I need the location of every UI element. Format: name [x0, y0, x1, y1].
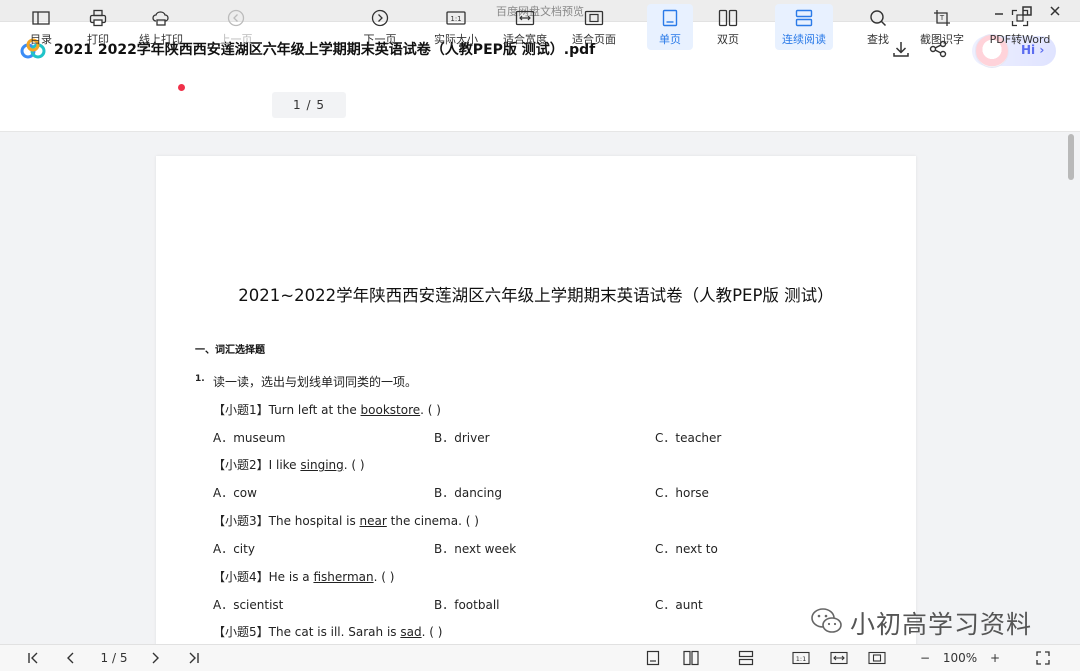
printer-icon — [87, 7, 109, 29]
double-page-button[interactable]: 双页 — [708, 4, 748, 50]
search-button[interactable]: 查找 — [858, 4, 898, 50]
option-a: A．city — [213, 542, 255, 556]
online-print-label: 线上打印 — [139, 33, 183, 46]
prev-page-button[interactable]: 上一页 — [216, 4, 256, 50]
option-c: C．next to — [655, 542, 718, 556]
svg-text:1:1: 1:1 — [796, 655, 806, 663]
double-page-label: 双页 — [717, 33, 739, 46]
svg-text:T: T — [939, 14, 945, 22]
continuous-read-icon[interactable] — [736, 649, 756, 667]
continuous-read-button[interactable]: 连续阅读 — [775, 4, 833, 50]
next-page-icon — [369, 7, 391, 29]
toc-icon — [30, 7, 52, 29]
option-c: C．aunt — [655, 598, 703, 612]
continuous-read-label: 连续阅读 — [782, 33, 826, 46]
double-page-icon — [717, 7, 739, 29]
option-a: A．scientist — [213, 598, 284, 612]
page-number-input[interactable]: 1 / 5 — [272, 92, 346, 118]
option-c: C．teacher — [655, 431, 722, 445]
toolbar — [0, 78, 1080, 132]
search-label: 查找 — [867, 33, 889, 46]
first-page-icon[interactable] — [24, 649, 42, 667]
sub-question: 【小题2】I like singing. ( ) — [213, 458, 365, 472]
fit-page-label: 适合页面 — [572, 33, 616, 46]
status-page-indicator: 1 / 5 — [100, 651, 128, 665]
last-page-icon[interactable] — [185, 649, 203, 667]
option-c: C．horse — [655, 486, 709, 500]
screenshot-ocr-label: 截图识字 — [920, 33, 964, 46]
scrollbar-thumb[interactable] — [1068, 134, 1074, 180]
sub-question: 【小题4】He is a fisherman. ( ) — [213, 570, 395, 584]
watermark-text: 小初高学习资料 — [850, 610, 1033, 639]
sub-question: 【小题1】Turn left at the bookstore. ( ) — [213, 403, 441, 417]
option-a: A．cow — [213, 486, 257, 500]
single-page-icon[interactable] — [644, 649, 662, 667]
sub-question: 【小题3】The hospital is near the cinema. ( … — [213, 514, 479, 528]
fit-page-icon[interactable] — [866, 649, 888, 667]
fit-width-icon — [514, 7, 536, 29]
svg-text:1:1: 1:1 — [450, 15, 461, 23]
online-print-button[interactable]: 线上打印 — [134, 4, 188, 50]
prev-page-label: 上一页 — [219, 33, 253, 46]
fit-width-button[interactable]: 适合宽度 — [499, 4, 551, 50]
option-b: B．football — [434, 598, 500, 612]
actual-size-button[interactable]: 1:1 实际大小 — [430, 4, 482, 50]
single-page-label: 单页 — [659, 33, 681, 46]
single-page-icon — [659, 7, 681, 29]
sub-question: 【小题5】The cat is ill. Sarah is sad. ( ) — [213, 625, 443, 639]
pdf-to-word-label: PDF转Word — [989, 33, 1051, 46]
print-label: 打印 — [87, 33, 109, 46]
next-icon[interactable] — [146, 649, 164, 667]
next-page-button[interactable]: 下一页 — [360, 4, 400, 50]
prev-page-icon — [225, 7, 247, 29]
fit-width-label: 适合宽度 — [503, 33, 547, 46]
question-text: 读一读，选出与划线单词同类的一项。 — [213, 375, 418, 389]
option-b: B．driver — [434, 431, 490, 445]
pdf-page: 2021~2022学年陕西西安莲湖区六年级上学期期末英语试卷（人教PEP版 测试… — [156, 156, 916, 671]
toc-button[interactable]: 目录 — [22, 4, 60, 50]
option-b: B．next week — [434, 542, 517, 556]
screenshot-ocr-icon: T — [931, 7, 953, 29]
zoom-level: 100% — [942, 651, 978, 665]
actual-size-icon: 1:1 — [445, 7, 467, 29]
continuous-read-icon — [793, 7, 815, 29]
section-heading: 一、词汇选择题 — [195, 345, 265, 356]
option-b: B．dancing — [434, 486, 502, 500]
question-number: 1. — [195, 374, 205, 384]
cloud-print-icon — [150, 7, 172, 29]
zoom-in-button[interactable]: + — [986, 649, 1004, 667]
pdf-to-word-button[interactable]: PDF转Word — [986, 4, 1054, 50]
actual-size-label: 实际大小 — [434, 33, 478, 46]
screenshot-ocr-button[interactable]: T 截图识字 — [916, 4, 968, 50]
status-bar: 1 / 5 1:1 − 100% + — [0, 644, 1080, 671]
actual-size-icon[interactable]: 1:1 — [790, 649, 812, 667]
fit-page-button[interactable]: 适合页面 — [568, 4, 620, 50]
print-button[interactable]: 打印 — [80, 4, 116, 50]
document-title: 2021~2022学年陕西西安莲湖区六年级上学期期末英语试卷（人教PEP版 测试… — [238, 286, 834, 305]
pdf-to-word-icon — [1009, 7, 1031, 29]
double-page-icon[interactable] — [681, 649, 701, 667]
fit-width-icon[interactable] — [828, 649, 850, 667]
zoom-out-button[interactable]: − — [916, 649, 934, 667]
option-a: A．museum — [213, 431, 286, 445]
search-icon — [867, 7, 889, 29]
fit-page-icon — [583, 7, 605, 29]
single-page-button[interactable]: 单页 — [647, 4, 693, 50]
next-page-label: 下一页 — [363, 33, 397, 46]
fullscreen-icon[interactable] — [1034, 649, 1052, 667]
wechat-icon — [810, 606, 844, 640]
notification-dot — [178, 84, 185, 91]
toc-label: 目录 — [30, 33, 52, 46]
prev-icon[interactable] — [62, 649, 80, 667]
watermark: 小初高学习资料 — [810, 606, 1032, 640]
